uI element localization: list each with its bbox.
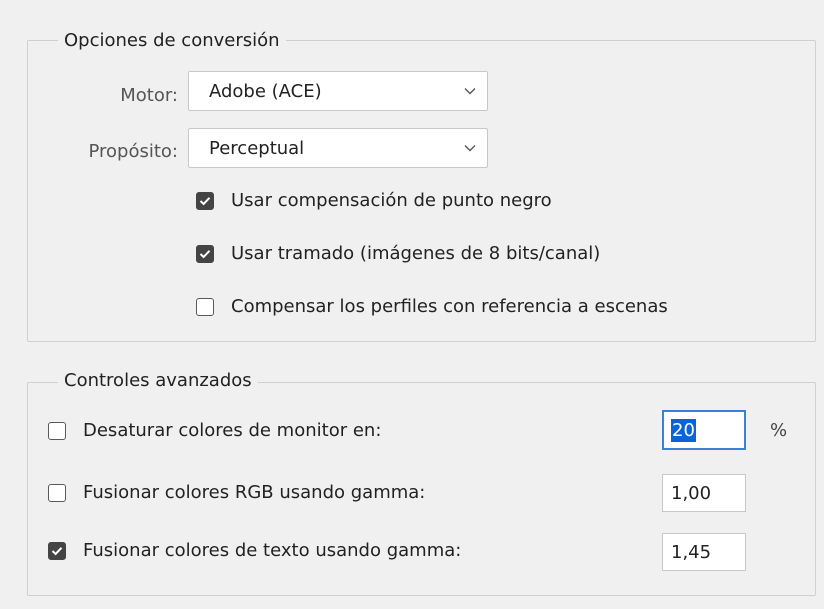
checkbox-unchecked-icon	[196, 298, 214, 316]
percent-unit: %	[770, 420, 788, 441]
use-dither-checkbox[interactable]: Usar tramado (imágenes de 8 bits/canal)	[196, 241, 600, 267]
blend-text-gamma-value: 1,45	[671, 541, 712, 563]
blend-rgb-gamma-checkbox[interactable]: Fusionar colores RGB usando gamma:	[48, 480, 425, 506]
checkbox-unchecked-icon	[48, 422, 66, 440]
checkbox-checked-icon	[196, 245, 214, 263]
intent-select[interactable]: Perceptual	[188, 128, 488, 168]
engine-label: Motor:	[120, 85, 178, 106]
checkbox-checked-icon	[48, 542, 66, 560]
black-point-compensation-checkbox[interactable]: Usar compensación de punto negro	[196, 188, 552, 214]
engine-select-value: Adobe (ACE)	[209, 80, 322, 102]
conversion-options-title: Opciones de conversión	[58, 30, 286, 52]
blend-rgb-gamma-label: Fusionar colores RGB usando gamma:	[83, 482, 426, 503]
blend-text-gamma-checkbox[interactable]: Fusionar colores de texto usando gamma:	[48, 538, 461, 564]
intent-label: Propósito:	[88, 141, 178, 162]
intent-select-value: Perceptual	[209, 137, 305, 159]
checkbox-unchecked-icon	[48, 484, 66, 502]
use-dither-label: Usar tramado (imágenes de 8 bits/canal)	[231, 243, 601, 264]
scene-referred-compensation-checkbox[interactable]: Compensar los perfiles con referencia a …	[196, 294, 668, 320]
scene-referred-compensation-label: Compensar los perfiles con referencia a …	[231, 296, 668, 317]
blend-rgb-gamma-value: 1,00	[671, 482, 712, 504]
black-point-compensation-label: Usar compensación de punto negro	[231, 190, 552, 211]
advanced-controls-title: Controles avanzados	[58, 370, 258, 392]
blend-rgb-gamma-input[interactable]: 1,00	[662, 474, 746, 512]
desaturate-monitor-label: Desaturar colores de monitor en:	[83, 420, 382, 441]
engine-select[interactable]: Adobe (ACE)	[188, 71, 488, 111]
color-settings-panel: Opciones de conversión Motor: Adobe (ACE…	[0, 0, 824, 609]
blend-text-gamma-input[interactable]: 1,45	[662, 533, 746, 571]
checkbox-checked-icon	[196, 192, 214, 210]
desaturate-amount-input[interactable]: 20	[662, 410, 746, 450]
desaturate-amount-value: 20	[671, 418, 696, 442]
chevron-down-icon	[453, 72, 487, 110]
blend-text-gamma-label: Fusionar colores de texto usando gamma:	[83, 540, 462, 561]
chevron-down-icon	[453, 129, 487, 167]
desaturate-monitor-checkbox[interactable]: Desaturar colores de monitor en:	[48, 418, 381, 444]
